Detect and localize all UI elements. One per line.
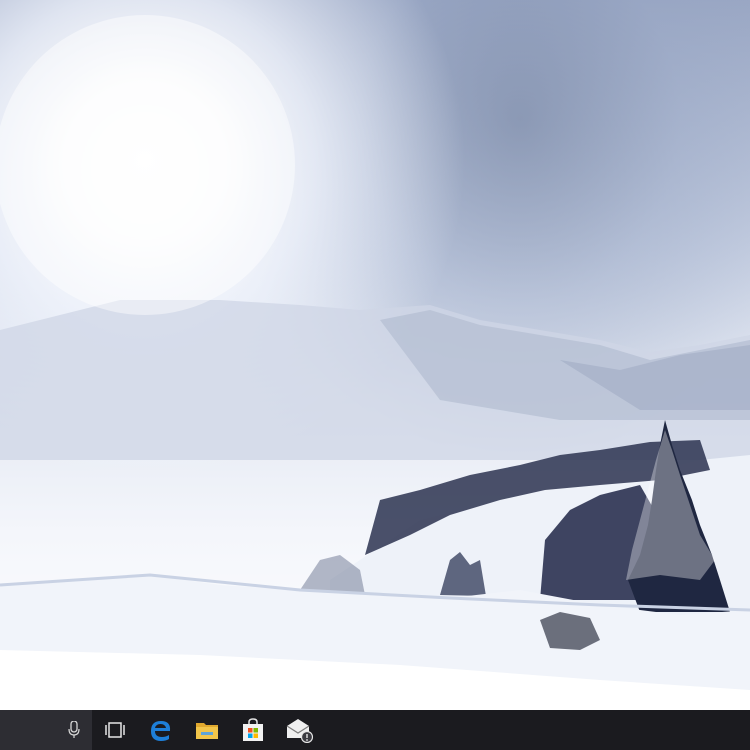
mail-icon[interactable] [285,717,313,743]
taskbar-file-explorer-button[interactable] [184,710,230,750]
taskbar [0,710,750,750]
taskbar-store-button[interactable] [230,710,276,750]
task-view-button[interactable] [92,710,138,750]
taskbar-mail-button[interactable] [276,710,322,750]
desktop [0,0,750,750]
desktop-wallpaper [0,0,750,710]
taskbar-edge-button[interactable] [138,710,184,750]
edge-browser-icon[interactable] [149,718,173,742]
store-icon[interactable] [241,718,265,742]
microphone-icon[interactable] [68,721,80,739]
cortana-search-box[interactable] [0,710,92,750]
file-explorer-icon[interactable] [195,720,219,740]
task-view-icon[interactable] [104,722,126,738]
